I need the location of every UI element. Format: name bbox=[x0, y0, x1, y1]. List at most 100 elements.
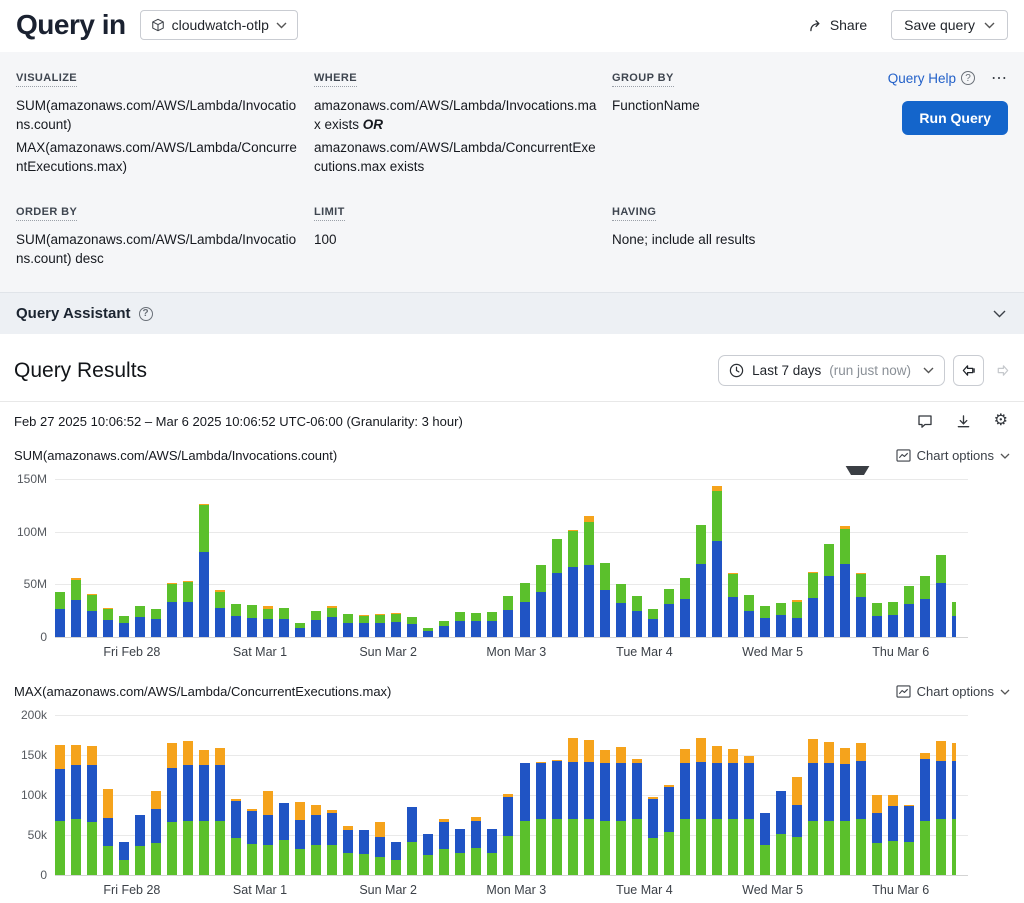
query-assistant-bar[interactable]: Query Assistant ? bbox=[0, 292, 1024, 334]
stacked-bar[interactable] bbox=[824, 715, 834, 875]
stacked-bar[interactable] bbox=[808, 479, 818, 637]
having-clause-box[interactable]: HAVING None; include all results bbox=[612, 202, 826, 272]
stacked-bar[interactable] bbox=[215, 479, 225, 637]
chart2-options-button[interactable]: Chart options bbox=[896, 684, 1010, 699]
previous-query-button[interactable] bbox=[953, 355, 984, 386]
stacked-bar[interactable] bbox=[872, 715, 882, 875]
stacked-bar[interactable] bbox=[279, 715, 289, 875]
stacked-bar[interactable] bbox=[455, 479, 465, 637]
stacked-bar[interactable] bbox=[503, 715, 513, 875]
stacked-bar[interactable] bbox=[375, 715, 385, 875]
stacked-bar[interactable] bbox=[760, 715, 770, 875]
stacked-bar[interactable] bbox=[600, 715, 610, 875]
stacked-bar[interactable] bbox=[263, 479, 273, 637]
stacked-bar[interactable] bbox=[600, 479, 610, 637]
stacked-bar[interactable] bbox=[183, 479, 193, 637]
stacked-bar[interactable] bbox=[840, 479, 850, 637]
stacked-bar[interactable] bbox=[952, 479, 956, 637]
stacked-bar[interactable] bbox=[471, 479, 481, 637]
stacked-bar[interactable] bbox=[311, 479, 321, 637]
stacked-bar[interactable] bbox=[856, 479, 866, 637]
stacked-bar[interactable] bbox=[71, 715, 81, 875]
share-button[interactable]: Share bbox=[809, 17, 867, 33]
stacked-bar[interactable] bbox=[616, 715, 626, 875]
stacked-bar[interactable] bbox=[343, 479, 353, 637]
group-by-clause-box[interactable]: GROUP BY FunctionName bbox=[612, 68, 826, 180]
stacked-bar[interactable] bbox=[151, 479, 161, 637]
trigger-marker[interactable] bbox=[844, 466, 871, 475]
gear-icon[interactable]: ⚙ bbox=[994, 413, 1008, 429]
query-clause[interactable]: 100 bbox=[314, 230, 598, 249]
stacked-bar[interactable] bbox=[375, 479, 385, 637]
stacked-bar[interactable] bbox=[295, 715, 305, 875]
run-query-button[interactable]: Run Query bbox=[902, 101, 1008, 135]
stacked-bar[interactable] bbox=[760, 479, 770, 637]
stacked-bar[interactable] bbox=[744, 479, 754, 637]
stacked-bar[interactable] bbox=[888, 715, 898, 875]
save-query-button[interactable]: Save query bbox=[891, 10, 1008, 40]
stacked-bar[interactable] bbox=[712, 715, 722, 875]
stacked-bar[interactable] bbox=[391, 479, 401, 637]
stacked-bar[interactable] bbox=[824, 479, 834, 637]
stacked-bar[interactable] bbox=[744, 715, 754, 875]
stacked-bar[interactable] bbox=[327, 479, 337, 637]
stacked-bar[interactable] bbox=[536, 715, 546, 875]
query-clause[interactable]: SUM(amazonaws.com/AWS/Lambda/Invocations… bbox=[16, 230, 300, 268]
stacked-bar[interactable] bbox=[776, 479, 786, 637]
visualize-clause-box[interactable]: VISUALIZE SUM(amazonaws.com/AWS/Lambda/I… bbox=[16, 68, 314, 180]
stacked-bar[interactable] bbox=[263, 715, 273, 875]
stacked-bar[interactable] bbox=[423, 479, 433, 637]
stacked-bar[interactable] bbox=[359, 715, 369, 875]
stacked-bar[interactable] bbox=[311, 715, 321, 875]
stacked-bar[interactable] bbox=[840, 715, 850, 875]
stacked-bar[interactable] bbox=[135, 715, 145, 875]
stacked-bar[interactable] bbox=[87, 715, 97, 875]
stacked-bar[interactable] bbox=[503, 479, 513, 637]
stacked-bar[interactable] bbox=[359, 479, 369, 637]
stacked-bar[interactable] bbox=[135, 479, 145, 637]
stacked-bar[interactable] bbox=[439, 479, 449, 637]
stacked-bar[interactable] bbox=[343, 715, 353, 875]
stacked-bar[interactable] bbox=[520, 479, 530, 637]
stacked-bar[interactable] bbox=[728, 715, 738, 875]
stacked-bar[interactable] bbox=[71, 479, 81, 637]
stacked-bar[interactable] bbox=[103, 479, 113, 637]
stacked-bar[interactable] bbox=[423, 715, 433, 875]
stacked-bar[interactable] bbox=[471, 715, 481, 875]
stacked-bar[interactable] bbox=[904, 715, 914, 875]
stacked-bar[interactable] bbox=[199, 479, 209, 637]
stacked-bar[interactable] bbox=[55, 479, 65, 637]
query-clause[interactable]: SUM(amazonaws.com/AWS/Lambda/Invocations… bbox=[16, 96, 300, 134]
stacked-bar[interactable] bbox=[439, 715, 449, 875]
stacked-bar[interactable] bbox=[247, 479, 257, 637]
stacked-bar[interactable] bbox=[728, 479, 738, 637]
stacked-bar[interactable] bbox=[231, 715, 241, 875]
stacked-bar[interactable] bbox=[696, 479, 706, 637]
stacked-bar[interactable] bbox=[920, 479, 930, 637]
stacked-bar[interactable] bbox=[247, 715, 257, 875]
stacked-bar[interactable] bbox=[680, 479, 690, 637]
more-options-icon[interactable]: ⋯ bbox=[991, 68, 1008, 88]
stacked-bar[interactable] bbox=[904, 479, 914, 637]
stacked-bar[interactable] bbox=[552, 715, 562, 875]
stacked-bar[interactable] bbox=[888, 479, 898, 637]
query-clause[interactable]: None; include all results bbox=[612, 230, 812, 249]
download-icon[interactable] bbox=[956, 414, 971, 429]
stacked-bar[interactable] bbox=[536, 479, 546, 637]
stacked-bar[interactable] bbox=[616, 479, 626, 637]
stacked-bar[interactable] bbox=[520, 715, 530, 875]
query-clause[interactable]: amazonaws.com/AWS/Lambda/Invocations.max… bbox=[314, 96, 598, 134]
stacked-bar[interactable] bbox=[712, 479, 722, 637]
stacked-bar[interactable] bbox=[167, 715, 177, 875]
stacked-bar[interactable] bbox=[231, 479, 241, 637]
stacked-bar[interactable] bbox=[327, 715, 337, 875]
comment-icon[interactable] bbox=[917, 414, 933, 429]
order-by-clause-box[interactable]: ORDER BY SUM(amazonaws.com/AWS/Lambda/In… bbox=[16, 202, 314, 272]
stacked-bar[interactable] bbox=[151, 715, 161, 875]
stacked-bar[interactable] bbox=[952, 715, 956, 875]
query-clause[interactable]: MAX(amazonaws.com/AWS/Lambda/ConcurrentE… bbox=[16, 138, 300, 176]
stacked-bar[interactable] bbox=[920, 715, 930, 875]
stacked-bar[interactable] bbox=[279, 479, 289, 637]
stacked-bar[interactable] bbox=[936, 715, 946, 875]
query-help-link[interactable]: Query Help ? bbox=[888, 71, 975, 86]
